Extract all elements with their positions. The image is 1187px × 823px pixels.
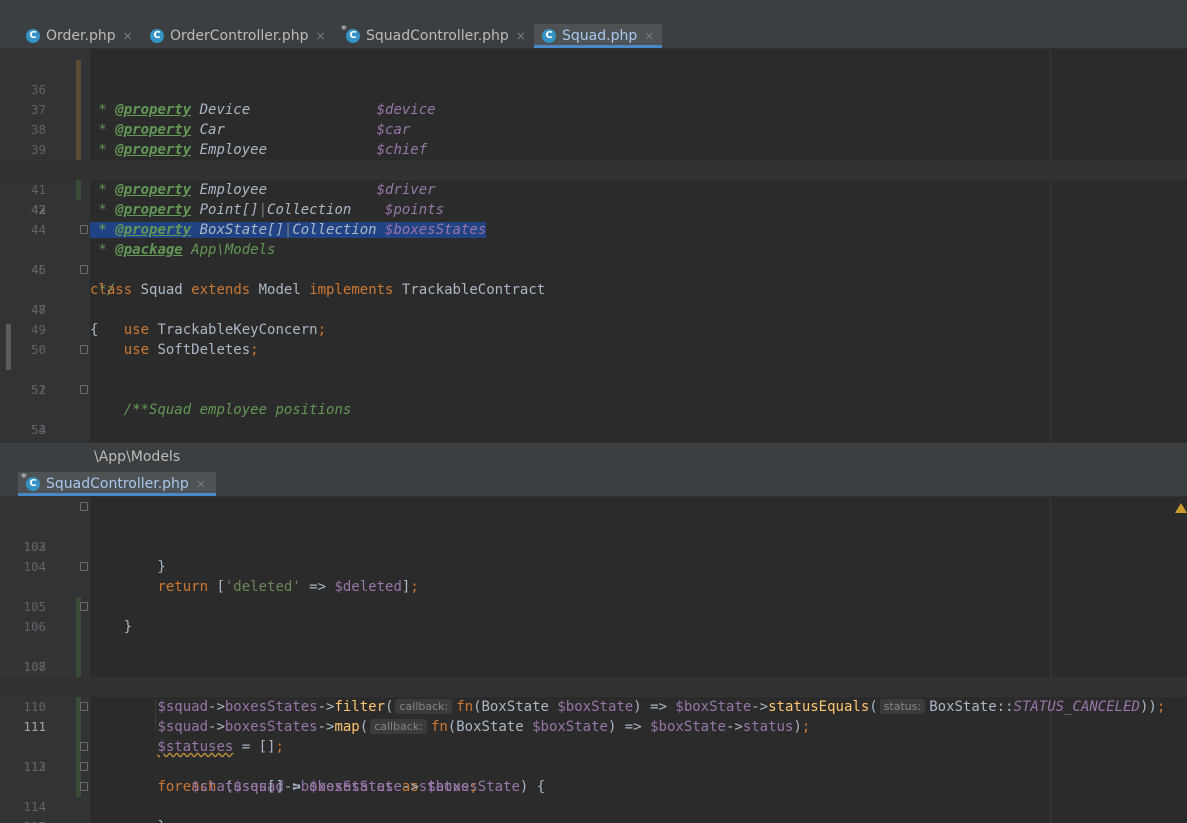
code-line: 51 /** bbox=[0, 340, 1187, 418]
tab-label: SquadController.php bbox=[366, 28, 509, 44]
code-line: 37 * @property Car $car bbox=[0, 60, 1187, 138]
tab-label: Squad.php bbox=[562, 28, 638, 44]
php-class-icon: C bbox=[21, 471, 40, 491]
code-line: 108 { bbox=[0, 617, 1187, 695]
tab-label: OrderController.php bbox=[170, 28, 309, 44]
tab-squad-controller-php-split[interactable]: C SquadController.php × bbox=[18, 471, 216, 496]
code-line: 53 */ bbox=[0, 380, 1187, 437]
code-line: 102 } bbox=[0, 497, 1187, 575]
code-line: 40 * @property Employee $driver bbox=[0, 120, 1187, 198]
code-line-current: 111 $statuses = []; bbox=[0, 677, 1187, 755]
code-line: 106 bbox=[0, 577, 1187, 634]
code-line: 110 $squad->boxesStates->map(callback: fn… bbox=[0, 657, 1187, 735]
code-editor-squad-controller-php[interactable]: 102 } 103 104 return ['deleted' => $dele… bbox=[0, 497, 1187, 823]
editor-tab-bar-bottom: C SquadController.php × bbox=[0, 471, 1187, 497]
code-line: 107 private function test(Squad $squad) bbox=[0, 597, 1187, 695]
tab-squad-php[interactable]: C Squad.php × bbox=[534, 24, 662, 48]
code-line: 55 public const POS_COLLECTOR = 'collect… bbox=[0, 420, 1187, 440]
fold-icon[interactable] bbox=[80, 265, 88, 274]
code-line: 47 { bbox=[0, 260, 1187, 338]
code-line: 104 return ['deleted' => $deleted]; bbox=[0, 537, 1187, 595]
close-icon[interactable]: × bbox=[123, 29, 133, 43]
code-line: 39 * @property Employee $collector bbox=[0, 100, 1187, 178]
code-line: 113 $statuses[] = $boxesState->status; bbox=[0, 717, 1187, 795]
php-class-icon: C bbox=[542, 29, 556, 43]
tab-order-php[interactable]: C Order.php × bbox=[18, 24, 142, 48]
php-class-icon: C bbox=[150, 29, 164, 43]
tab-order-controller-php[interactable]: C OrderController.php × bbox=[142, 24, 338, 48]
code-line: 50 bbox=[0, 320, 1187, 357]
breadcrumb[interactable]: \App\Models bbox=[0, 442, 1187, 472]
code-line: 54 public const POS_CHIEF = 'chief'; bbox=[0, 400, 1187, 437]
code-line: 112 foreach ($squad->boxesStates as $box… bbox=[0, 697, 1187, 795]
fold-icon[interactable] bbox=[80, 225, 88, 234]
fold-icon[interactable] bbox=[80, 502, 88, 511]
close-icon[interactable]: × bbox=[196, 477, 206, 491]
code-line: 117 bbox=[0, 797, 1187, 823]
code-line: 105 } bbox=[0, 557, 1187, 635]
code-line: 52 * Squad employee positions bbox=[0, 360, 1187, 418]
fold-icon[interactable] bbox=[80, 762, 88, 771]
code-line: 43 * bbox=[0, 180, 1187, 238]
tab-squad-controller-php[interactable]: C SquadController.php × bbox=[338, 23, 534, 48]
tab-label: SquadController.php bbox=[46, 476, 189, 492]
close-icon[interactable]: × bbox=[315, 29, 325, 43]
fold-icon[interactable] bbox=[80, 782, 88, 791]
code-line: 41 * @property Point[]|Collection $point… bbox=[0, 140, 1187, 218]
code-line: 109 $squad->boxesStates->filter(callback… bbox=[0, 637, 1187, 715]
code-line: 103 bbox=[0, 517, 1187, 554]
code-line: 45 */ bbox=[0, 220, 1187, 298]
code-line: 38 * @property Employee $chief bbox=[0, 80, 1187, 158]
fold-icon[interactable] bbox=[80, 742, 88, 751]
editor-tab-bar-top: C Order.php × C OrderController.php × C … bbox=[0, 23, 1187, 49]
code-line: 49 use SoftDeletes; bbox=[0, 300, 1187, 358]
code-line: 48 use TrackableKeyConcern; bbox=[0, 280, 1187, 338]
code-line: 116 } bbox=[0, 777, 1187, 823]
code-line: 36 * @property Device $device bbox=[0, 49, 1187, 118]
code-line: 44 * @package App\Models bbox=[0, 200, 1187, 258]
code-line: 114 } bbox=[0, 737, 1187, 823]
php-class-icon: C bbox=[26, 29, 40, 43]
close-icon[interactable]: × bbox=[516, 29, 526, 43]
fold-icon[interactable] bbox=[80, 385, 88, 394]
code-text: } bbox=[90, 817, 165, 823]
code-line: 46 class Squad extends Model implements … bbox=[0, 240, 1187, 298]
tab-label: Order.php bbox=[46, 28, 116, 44]
code-editor-squad-php[interactable]: 36 * @property Device $device 37 * @prop… bbox=[0, 49, 1187, 442]
fold-icon[interactable] bbox=[80, 602, 88, 611]
php-class-icon: C bbox=[341, 23, 360, 43]
fold-icon[interactable] bbox=[80, 562, 88, 571]
fold-icon[interactable] bbox=[80, 702, 88, 711]
line-number: 117 bbox=[0, 817, 46, 823]
fold-icon[interactable] bbox=[80, 345, 88, 354]
ide-top-strip bbox=[0, 0, 1187, 25]
code-line-current: 42 * @property BoxState[]|Collection $bo… bbox=[0, 160, 1187, 238]
close-icon[interactable]: × bbox=[644, 29, 654, 43]
code-line: 115 } bbox=[0, 757, 1187, 823]
